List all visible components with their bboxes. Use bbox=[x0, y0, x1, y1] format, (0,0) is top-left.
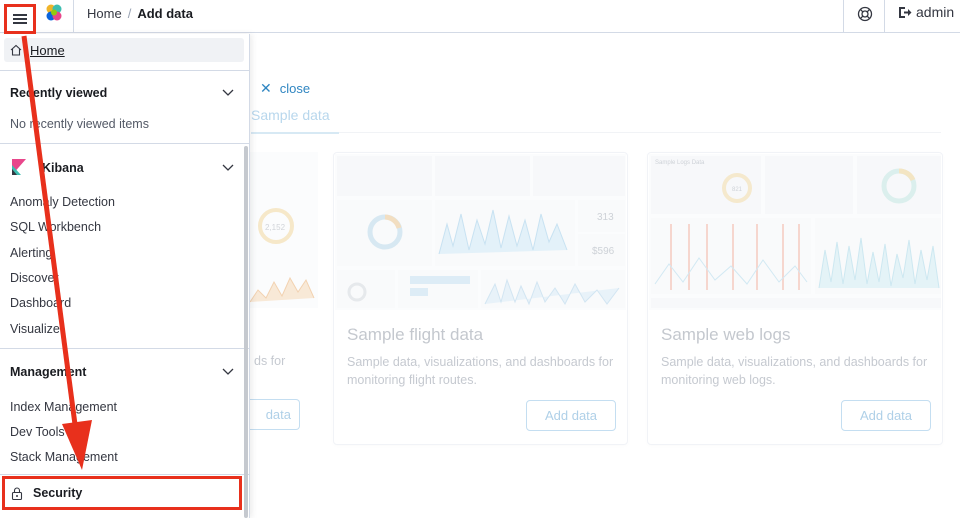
header-divider bbox=[884, 0, 885, 33]
partial-card-add-data-button[interactable]: data bbox=[248, 399, 300, 430]
side-navigation: Home Recently viewed No recently viewed … bbox=[0, 34, 250, 518]
nav-item-discover[interactable]: Discover bbox=[10, 271, 59, 285]
user-menu[interactable]: admin bbox=[898, 4, 954, 20]
nav-divider bbox=[0, 348, 249, 349]
flight-dashboard-thumbnail: 313 $596 bbox=[335, 154, 626, 310]
nav-item-stack-management[interactable]: Stack Management bbox=[10, 450, 118, 464]
nav-item-anomaly-detection[interactable]: Anomaly Detection bbox=[10, 195, 115, 209]
nav-divider bbox=[0, 70, 249, 71]
top-header: Home / Add data admin bbox=[0, 0, 960, 34]
kibana-logo-icon bbox=[12, 159, 26, 175]
nav-divider bbox=[0, 474, 249, 475]
logout-icon bbox=[899, 6, 912, 18]
sample-web-logs-card: Sample Logs Data 821 Sample web logs Sam… bbox=[647, 152, 943, 445]
flight-stat-price: $596 bbox=[592, 246, 615, 257]
user-label: admin bbox=[916, 4, 955, 20]
close-label: close bbox=[279, 81, 311, 96]
nav-security-label: Security bbox=[33, 486, 83, 500]
add-weblogs-data-button[interactable]: Add data bbox=[841, 400, 931, 431]
header-divider bbox=[843, 0, 844, 33]
nav-item-alerting[interactable]: Alerting bbox=[10, 246, 52, 260]
elastic-logo-icon[interactable] bbox=[44, 3, 64, 23]
nav-item-security[interactable]: Security bbox=[2, 476, 242, 510]
card-title: Sample web logs bbox=[661, 325, 791, 344]
recently-viewed-empty: No recently viewed items bbox=[10, 117, 149, 131]
flight-stat-count: 313 bbox=[597, 212, 614, 223]
weblogs-dashboard-thumbnail: Sample Logs Data 821 bbox=[649, 154, 941, 310]
nav-item-index-management[interactable]: Index Management bbox=[10, 400, 117, 414]
chevron-down-icon[interactable] bbox=[222, 164, 234, 172]
tab-sample-data[interactable]: Sample data bbox=[251, 107, 339, 134]
nav-item-visualize[interactable]: Visualize bbox=[10, 322, 60, 336]
nav-item-home[interactable]: Home bbox=[4, 38, 244, 62]
partial-card-stat: 2,152 bbox=[265, 223, 286, 232]
section-title-management[interactable]: Management bbox=[10, 365, 86, 379]
nav-item-sql-workbench[interactable]: SQL Workbench bbox=[10, 220, 101, 234]
breadcrumb: Home / Add data bbox=[87, 6, 193, 21]
add-flight-data-button[interactable]: Add data bbox=[526, 400, 616, 431]
menu-toggle-button[interactable] bbox=[4, 4, 36, 34]
help-lifebuoy-icon[interactable] bbox=[857, 6, 873, 22]
sample-flight-data-card: 313 $596 Sample flight data Sample data,… bbox=[333, 152, 628, 445]
breadcrumb-current: Add data bbox=[137, 6, 193, 21]
card-description: Sample data, visualizations, and dashboa… bbox=[661, 355, 928, 387]
chevron-down-icon[interactable] bbox=[222, 368, 234, 376]
section-title-recently-viewed[interactable]: Recently viewed bbox=[10, 86, 107, 100]
close-link[interactable]: ✕ close bbox=[260, 80, 310, 97]
chevron-down-icon[interactable] bbox=[222, 89, 234, 97]
breadcrumb-separator: / bbox=[127, 6, 132, 21]
card-description: Sample data, visualizations, and dashboa… bbox=[347, 355, 614, 387]
section-title-kibana[interactable]: Kibana bbox=[42, 161, 84, 175]
breadcrumb-home-link[interactable]: Home bbox=[87, 6, 122, 21]
partial-card-desc: ds for bbox=[254, 354, 286, 368]
home-icon bbox=[10, 44, 22, 56]
partial-card: 2,152 ds for data bbox=[248, 152, 318, 445]
nav-divider bbox=[0, 143, 249, 144]
sidenav-scrollbar[interactable] bbox=[244, 146, 248, 518]
header-divider bbox=[73, 0, 74, 33]
tab-underline-divider bbox=[251, 132, 941, 133]
weblogs-thumb-stat: 821 bbox=[732, 187, 743, 193]
nav-item-dashboard[interactable]: Dashboard bbox=[10, 296, 71, 310]
card-title: Sample flight data bbox=[347, 325, 484, 344]
weblogs-thumb-title: Sample Logs Data bbox=[655, 160, 705, 166]
nav-home-label: Home bbox=[30, 42, 65, 58]
partial-card-thumbnail: 2,152 bbox=[248, 152, 318, 308]
lock-icon bbox=[11, 486, 23, 500]
nav-item-dev-tools[interactable]: Dev Tools bbox=[10, 425, 65, 439]
hamburger-menu-icon bbox=[13, 14, 27, 24]
close-icon: ✕ bbox=[260, 80, 272, 96]
